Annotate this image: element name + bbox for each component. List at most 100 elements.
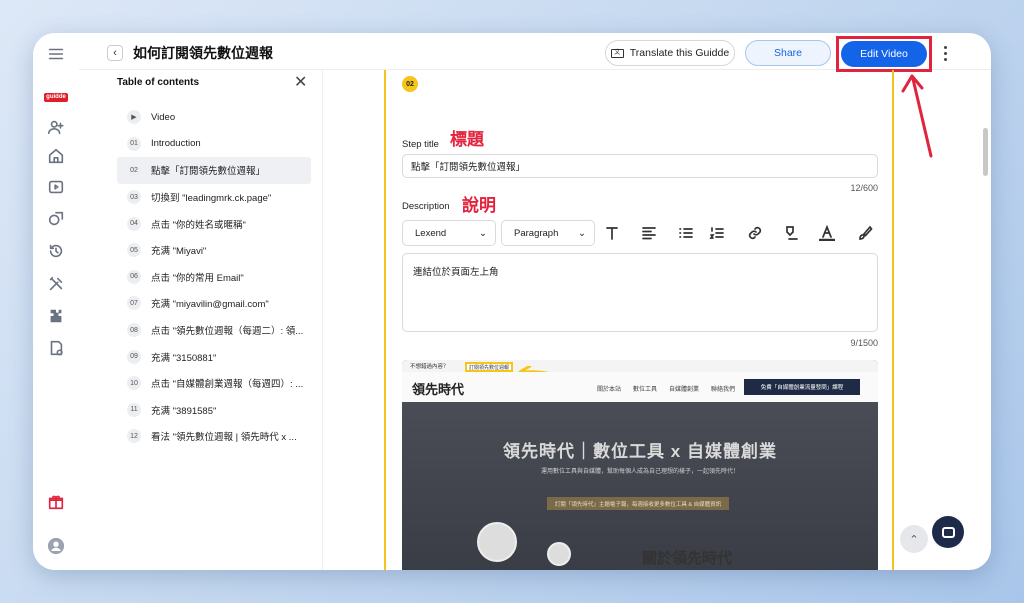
- page-title: 如何訂閱領先數位週報: [133, 45, 273, 61]
- scrollbar-thumb[interactable]: [983, 128, 988, 176]
- toc-item[interactable]: 04 点击 "你的姓名或暱稱": [117, 210, 311, 237]
- screenshot-nav-item: 自媒體創業: [669, 387, 700, 393]
- step-number-badge: 02: [402, 76, 418, 92]
- toc-item-video[interactable]: ▶ Video: [117, 104, 311, 131]
- gift-icon[interactable]: [45, 491, 67, 513]
- more-options-icon[interactable]: [940, 44, 950, 62]
- text-size-icon[interactable]: [603, 224, 621, 242]
- toc-item-active[interactable]: 02 點擊「訂閱領先數位週報」: [117, 157, 311, 184]
- toc-item-label: 点击 "你的常用 Email": [151, 272, 244, 284]
- toc-item-label: 点击 "你的姓名或暱稱": [151, 219, 246, 231]
- red-arrow-annotation: [901, 74, 933, 158]
- toc-item[interactable]: 03 切換到 "leadingmrk.ck.page": [117, 184, 311, 211]
- description-counter: 9/1500: [850, 338, 878, 348]
- paragraph-style-value: Paragraph: [514, 227, 559, 239]
- screenshot-hero: 領先時代｜數位工具 x 自媒體創業 運用數位工具與自媒體，幫助每個人成為自己理想…: [402, 402, 878, 570]
- toc-item-label: 充满 "Miyavi": [151, 246, 207, 258]
- toc-item[interactable]: 01 Introduction: [117, 131, 311, 158]
- screenshot-nav-item: 數位工具: [633, 387, 658, 393]
- translate-button[interactable]: 文 Translate this Guidde: [605, 40, 735, 66]
- toc-item-number: 09: [127, 349, 141, 364]
- align-left-icon[interactable]: [640, 224, 658, 242]
- screenshot-avatar: [477, 522, 517, 562]
- play-icon: ▶: [127, 110, 141, 125]
- toc-item[interactable]: 10 点击 "自媒體創業週報（每週四）: ...: [117, 370, 311, 397]
- toc-item-label: 充满 "miyavilin@gmail.com": [151, 299, 269, 311]
- toc-item-number: 04: [127, 216, 141, 231]
- step-title-annotation: 標題: [450, 130, 484, 149]
- chat-support-button[interactable]: [932, 516, 964, 548]
- toc-item-label: 点击 "領先數位週報（每週二）: 領...: [151, 326, 304, 338]
- guidde-logo: guidde: [44, 93, 68, 102]
- left-rail: guidde: [33, 33, 79, 570]
- add-user-icon[interactable]: [45, 116, 67, 138]
- link-icon[interactable]: [746, 224, 764, 242]
- toc-item[interactable]: 09 充满 "3150881": [117, 343, 311, 370]
- chevron-down-icon: ⌄: [479, 227, 487, 239]
- description-annotation: 說明: [462, 196, 496, 215]
- toc-item-number: 01: [127, 136, 141, 151]
- toc-item-label: Introduction: [151, 138, 201, 150]
- share-button[interactable]: Share: [745, 40, 831, 66]
- toc-item-label: 切換到 "leadingmrk.ck.page": [151, 193, 272, 205]
- toc-item-label: 充满 "3150881": [151, 352, 217, 364]
- screenshot-top-bar-text: 不想錯過內容？: [410, 364, 449, 370]
- paint-brush-icon[interactable]: [856, 224, 874, 242]
- history-icon[interactable]: [45, 240, 67, 262]
- menu-icon[interactable]: [45, 43, 67, 65]
- ordered-list-icon[interactable]: [708, 224, 726, 242]
- toc-item[interactable]: 05 充满 "Miyavi": [117, 237, 311, 264]
- screenshot-nav-item: 關於本站: [597, 387, 622, 393]
- step-editor: 02 Step title 標題 點擊「訂閱領先數位週報」 12/600 Des…: [384, 70, 894, 570]
- toc-item-number: 07: [127, 296, 141, 311]
- toc-item[interactable]: 08 点击 "領先數位週報（每週二）: 領...: [117, 317, 311, 344]
- toc-item-number: 03: [127, 190, 141, 205]
- translate-button-label: Translate this Guidde: [629, 47, 730, 59]
- bullet-list-icon[interactable]: [677, 224, 695, 242]
- profile-avatar-icon[interactable]: [45, 535, 67, 557]
- toc-item-number: 08: [127, 323, 141, 338]
- documents-icon[interactable]: [45, 337, 67, 359]
- screenshot-nav: 領先時代 關於本站 數位工具 自媒體創業 聯絡我們 免費「自媒體創業流量發問」課…: [402, 372, 878, 402]
- toc-list: ▶ Video 01 Introduction 02 點擊「訂閱領先數位週報」 …: [117, 104, 311, 450]
- home-icon[interactable]: [45, 145, 67, 167]
- step-screenshot[interactable]: 不想錯過內容？ 訂閱領先數位週報 領先時代 關於本站 數位工具 自媒體創業 聯絡…: [402, 360, 878, 570]
- scroll-top-button[interactable]: ⌃: [900, 525, 928, 553]
- screenshot-nav-items: 關於本站 數位工具 自媒體創業 聯絡我們: [597, 384, 735, 393]
- edit-video-button[interactable]: Edit Video: [841, 41, 927, 67]
- step-title-counter: 12/600: [850, 183, 878, 193]
- tools-icon[interactable]: [45, 273, 67, 295]
- toc-item[interactable]: 11 充满 "3891585": [117, 397, 311, 424]
- toc-item-label: 點擊「訂閱領先數位週報」: [151, 166, 266, 178]
- toc-item-label: 充满 "3891585": [151, 405, 217, 417]
- toc-item-number: 06: [127, 269, 141, 284]
- toc-item-number: 12: [127, 429, 141, 444]
- screenshot-hero-subtitle: 運用數位工具與自媒體，幫助每個人成為自己理想的樣子，一起領先時代！: [540, 469, 739, 475]
- chevron-down-icon: ⌄: [578, 227, 586, 239]
- description-label: Description: [402, 201, 450, 212]
- toc-item-label: Video: [151, 111, 176, 123]
- toc-item-label: 看法 "領先數位週報 | 領先時代 x ...: [151, 432, 297, 444]
- text-color-icon[interactable]: [818, 224, 836, 242]
- highlight-marker-icon[interactable]: [782, 224, 800, 242]
- toc-item[interactable]: 12 看法 "領先數位週報 | 領先時代 x ...: [117, 423, 311, 450]
- video-library-icon[interactable]: [45, 176, 67, 198]
- paragraph-style-select[interactable]: Paragraph ⌄: [501, 220, 595, 246]
- font-select[interactable]: Lexend ⌄: [402, 220, 496, 246]
- top-header: ‹ 如何訂閱領先數位週報 文 Translate this Guidde Sha…: [79, 33, 991, 72]
- step-title-input[interactable]: 點擊「訂閱領先數位週報」: [402, 154, 878, 178]
- close-icon[interactable]: ✕: [294, 72, 307, 92]
- screenshot-nav-item: 聯絡我們: [711, 387, 736, 393]
- toc-item[interactable]: 07 充满 "miyavilin@gmail.com": [117, 290, 311, 317]
- toc-item-label: 点击 "自媒體創業週報（每週四）: ...: [151, 379, 304, 391]
- description-textarea[interactable]: 連結位於頁面左上角: [402, 253, 878, 332]
- chevron-up-icon: ⌃: [909, 533, 919, 546]
- integrations-icon[interactable]: [45, 305, 67, 327]
- shapes-icon[interactable]: [45, 208, 67, 230]
- chat-icon: [941, 526, 955, 538]
- toc-item[interactable]: 06 点击 "你的常用 Email": [117, 264, 311, 291]
- screenshot-hero-title: 領先時代｜數位工具 x 自媒體創業: [503, 442, 777, 461]
- toc-item-number: 11: [127, 402, 141, 417]
- back-button[interactable]: ‹: [107, 45, 123, 61]
- screenshot-logo: 領先時代: [412, 382, 465, 397]
